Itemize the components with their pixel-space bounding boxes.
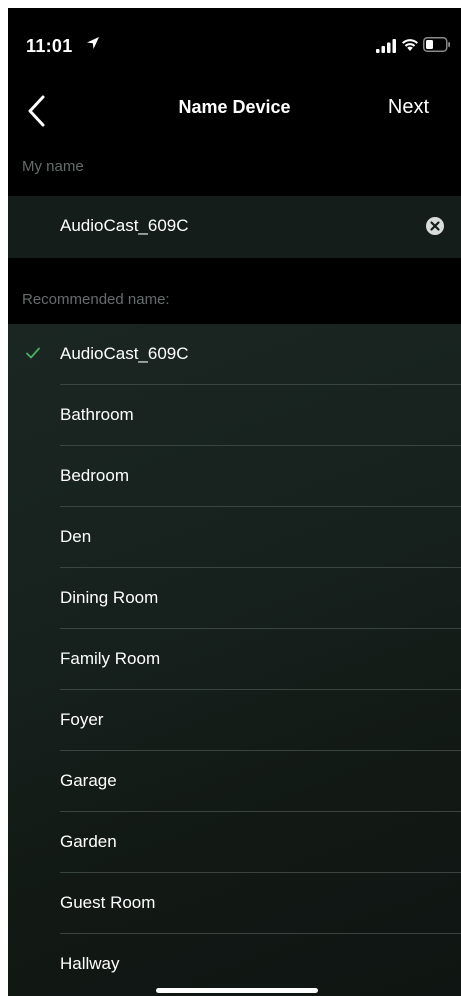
list-item-label: Hallway bbox=[60, 954, 120, 973]
list-item-label: Garden bbox=[60, 832, 117, 851]
list-item-label: Guest Room bbox=[60, 893, 156, 912]
list-item-label: Bathroom bbox=[60, 405, 134, 424]
list-item[interactable]: Dining Room bbox=[8, 568, 461, 629]
location-arrow-icon bbox=[87, 37, 99, 49]
status-time: 11:01 bbox=[26, 36, 73, 56]
list-item[interactable]: Family Room bbox=[8, 629, 461, 690]
list-item-label: Garage bbox=[60, 771, 117, 790]
app-screen: 11:01 Name Device Next My name AudioCast… bbox=[8, 8, 461, 996]
list-item-label: Foyer bbox=[60, 710, 104, 729]
device-name-field[interactable]: AudioCast_609C bbox=[8, 196, 461, 258]
list-item[interactable]: Garage bbox=[8, 751, 461, 812]
list-item-label: Family Room bbox=[60, 649, 161, 668]
list-item-label: AudioCast_609C bbox=[60, 344, 189, 363]
cellular-signal-icon bbox=[376, 39, 396, 53]
list-item[interactable]: AudioCast_609C bbox=[8, 324, 461, 385]
list-item-label: Bedroom bbox=[60, 466, 129, 485]
list-item[interactable]: Guest Room bbox=[8, 873, 461, 934]
list-item[interactable]: Foyer bbox=[8, 690, 461, 751]
device-name-input[interactable]: AudioCast_609C bbox=[60, 216, 189, 236]
list-item[interactable]: Den bbox=[8, 507, 461, 568]
list-item[interactable]: Hallway bbox=[8, 934, 461, 995]
list-item[interactable]: Bathroom bbox=[8, 385, 461, 446]
list-item-label: Dining Room bbox=[60, 588, 159, 607]
recommended-name-list: AudioCast_609C Bathroom Bedroom Den Dini… bbox=[8, 324, 461, 996]
home-indicator[interactable] bbox=[156, 988, 318, 993]
recommended-name-label: Recommended name: bbox=[22, 291, 170, 308]
next-button[interactable]: Next bbox=[388, 96, 429, 119]
checkmark-icon bbox=[26, 347, 40, 359]
list-item[interactable]: Garden bbox=[8, 812, 461, 873]
list-item-label: Den bbox=[60, 527, 92, 546]
back-button[interactable] bbox=[26, 94, 46, 128]
clear-icon[interactable] bbox=[425, 216, 445, 236]
status-bar: 11:01 bbox=[8, 8, 461, 68]
wifi-icon bbox=[402, 39, 418, 51]
battery-icon bbox=[423, 37, 450, 52]
my-name-label: My name bbox=[22, 158, 84, 175]
list-item[interactable]: Bedroom bbox=[8, 446, 461, 507]
